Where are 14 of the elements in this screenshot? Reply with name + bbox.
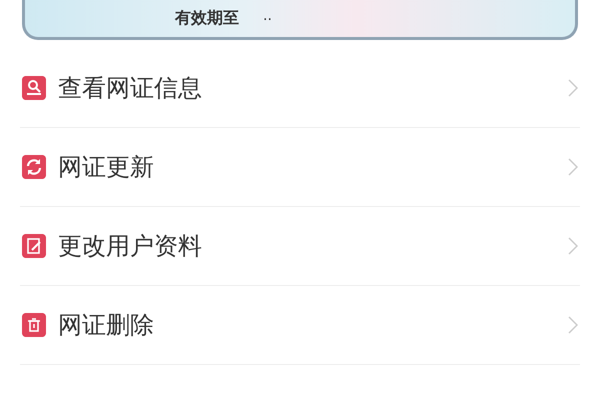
chevron-right-icon xyxy=(568,237,578,255)
menu-item[interactable]: 网证更新 xyxy=(20,128,580,207)
edit-icon xyxy=(22,234,46,258)
chevron-right-icon xyxy=(568,78,578,96)
menu-item[interactable]: 更改用户资料 xyxy=(20,207,580,286)
menu-item[interactable]: 查看网证信息 xyxy=(20,40,580,128)
menu-item[interactable]: 网证删除 xyxy=(20,286,580,365)
chevron-right-icon xyxy=(568,158,578,176)
expiry-value: .. xyxy=(263,8,272,24)
magnifier-icon xyxy=(22,76,46,100)
chevron-right-icon xyxy=(568,316,578,334)
trash-icon xyxy=(22,313,46,337)
refresh-icon xyxy=(22,155,46,179)
expiry-label: 有效期至 xyxy=(175,8,239,29)
